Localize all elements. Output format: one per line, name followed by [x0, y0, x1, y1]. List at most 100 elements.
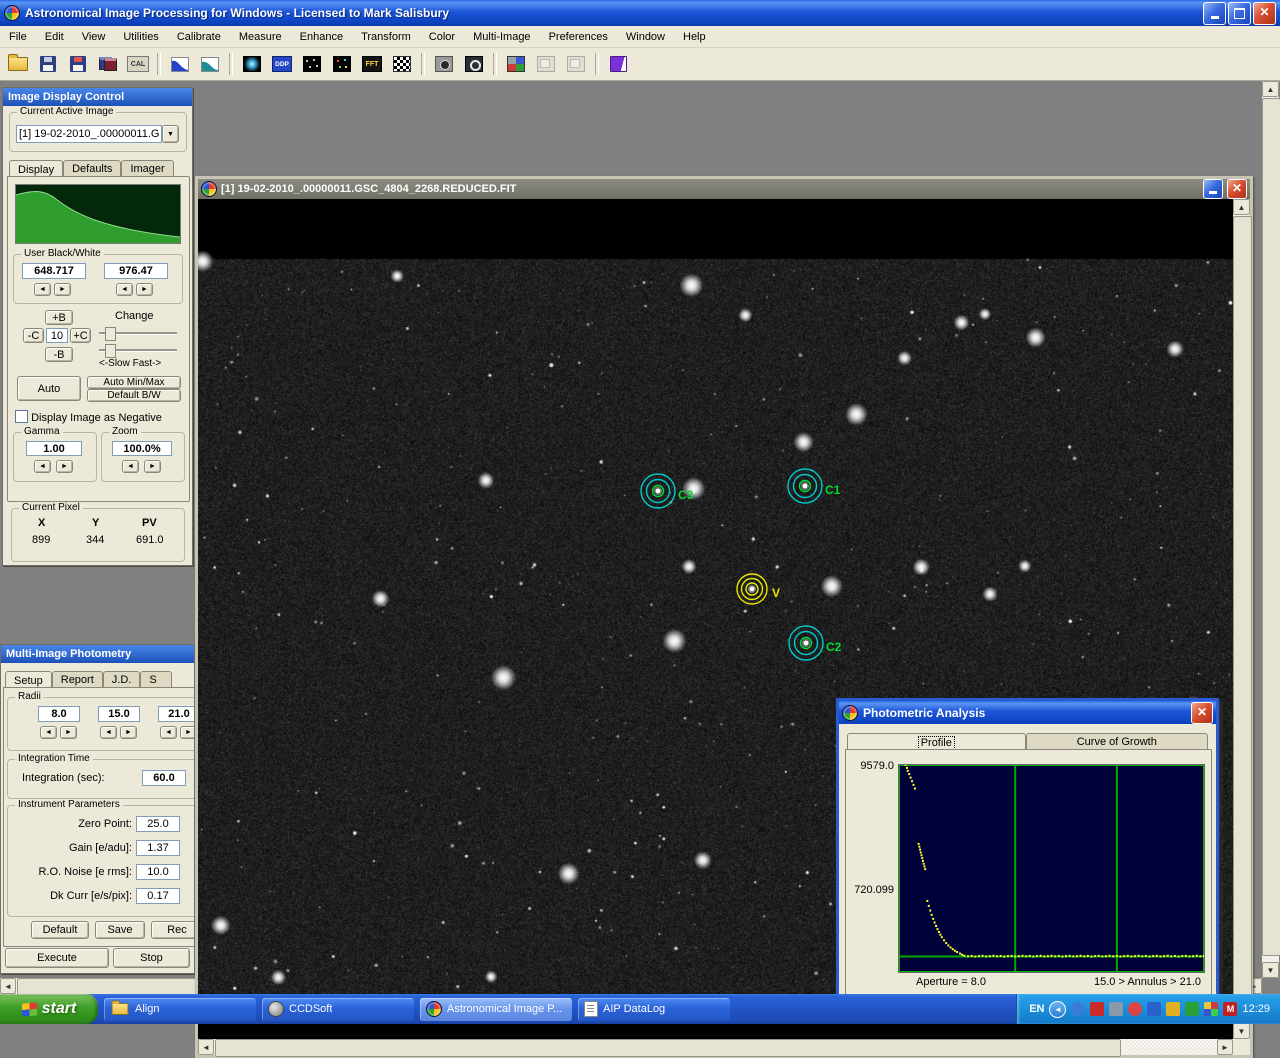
tab-imager[interactable]: Imager [121, 160, 173, 177]
default-button[interactable]: Default [31, 921, 89, 939]
cascade-windows-button[interactable] [532, 51, 560, 78]
zoom-decrement-button[interactable]: ◄ [122, 460, 139, 473]
taskbar-item-datalog[interactable]: AIP DataLog [578, 998, 730, 1021]
scroll-right-button[interactable]: ► [1217, 1039, 1233, 1055]
combobox-dropdown-button[interactable]: ▼ [162, 125, 179, 143]
radius3-increment-button[interactable]: ► [180, 726, 195, 739]
radius2-increment-button[interactable]: ► [120, 726, 137, 739]
speed-slider[interactable] [99, 343, 177, 357]
star-field-button[interactable] [298, 51, 326, 78]
slider-thumb[interactable] [105, 344, 116, 358]
maximize-button[interactable] [1228, 2, 1251, 25]
arrange-windows-button[interactable] [562, 51, 590, 78]
hscroll-thumb[interactable] [215, 1039, 1121, 1057]
dialog-titlebar[interactable]: Photometric Analysis ✕ [839, 701, 1216, 724]
star-color-button[interactable] [328, 51, 356, 78]
pixel-grid-button[interactable] [388, 51, 416, 78]
white-level-field[interactable]: 976.47 [104, 263, 168, 279]
tab-jd[interactable]: J.D. [103, 671, 141, 688]
scroll-down-button[interactable]: ▼ [1233, 1023, 1250, 1039]
tab-defaults[interactable]: Defaults [63, 160, 121, 177]
save-image-button[interactable] [34, 51, 62, 78]
dark-current-field[interactable]: 0.17 [136, 888, 180, 904]
ddp-button[interactable]: DDP [268, 51, 296, 78]
tab-s[interactable]: S [140, 671, 172, 688]
tray-icon-4[interactable] [1128, 1002, 1142, 1016]
image-vscrollbar[interactable]: ▲ ▼ [1233, 199, 1250, 1039]
histogram-stretch-button[interactable] [166, 51, 194, 78]
clone-window-button[interactable] [94, 51, 122, 78]
taskbar-item-ccdsoft[interactable]: CCDSoft [262, 998, 414, 1021]
tray-icon-3[interactable] [1109, 1002, 1123, 1016]
help-button[interactable] [604, 51, 632, 78]
taskbar-item-align[interactable]: Align [104, 998, 256, 1021]
tray-icon-7[interactable] [1185, 1002, 1199, 1016]
ro-noise-field[interactable]: 10.0 [136, 864, 180, 880]
plus-b-button[interactable]: +B [45, 310, 73, 325]
image-window-titlebar[interactable]: [1] 19-02-2010_.00000011.GSC_4804_2268.R… [198, 179, 1250, 199]
execute-button[interactable]: Execute [5, 948, 109, 968]
annulus-inner-field[interactable]: 15.0 [98, 706, 140, 722]
active-image-combobox[interactable]: [1] 19-02-2010_.00000011.G [16, 125, 162, 143]
image-hscrollbar[interactable]: ◄ ► [198, 1039, 1233, 1055]
start-button[interactable]: start [0, 994, 98, 1024]
calibrate-button[interactable]: CAL [124, 51, 152, 78]
menu-edit[interactable]: Edit [36, 27, 73, 47]
open-image-button[interactable] [4, 51, 32, 78]
save-as-button[interactable] [64, 51, 92, 78]
tray-icon-8[interactable] [1204, 1002, 1218, 1016]
menu-file[interactable]: File [0, 27, 36, 47]
integration-field[interactable]: 60.0 [142, 770, 186, 786]
menu-measure[interactable]: Measure [230, 27, 291, 47]
app-titlebar[interactable]: Astronomical Image Processing for Window… [0, 0, 1280, 26]
gamma-field[interactable]: 1.00 [26, 441, 82, 456]
menu-view[interactable]: View [73, 27, 115, 47]
stop-button[interactable]: Stop [113, 948, 190, 968]
scroll-up-button[interactable]: ▲ [1233, 199, 1250, 215]
image-close-button[interactable]: ✕ [1227, 179, 1247, 199]
auto-minmax-button[interactable]: Auto Min/Max [87, 376, 181, 389]
gain-field[interactable]: 1.37 [136, 840, 180, 856]
radius2-decrement-button[interactable]: ◄ [100, 726, 117, 739]
gamma-decrement-button[interactable]: ◄ [34, 460, 51, 473]
menu-enhance[interactable]: Enhance [291, 27, 352, 47]
workspace-vscrollbar[interactable]: ▲ ▼ [1262, 81, 1279, 978]
close-button[interactable]: ✕ [1253, 2, 1276, 25]
histogram-equalize-button[interactable] [196, 51, 224, 78]
hide-icons-button[interactable]: ◄ [1049, 1001, 1066, 1018]
record-button[interactable]: Rec [151, 921, 195, 939]
annulus-outer-field[interactable]: 21.0 [158, 706, 195, 722]
zoom-increment-button[interactable]: ► [144, 460, 161, 473]
vscroll-thumb[interactable] [1233, 216, 1252, 1012]
scroll-down-button[interactable]: ▼ [1262, 962, 1279, 978]
menu-help[interactable]: Help [674, 27, 715, 47]
menu-calibrate[interactable]: Calibrate [168, 27, 230, 47]
dialog-close-button[interactable]: ✕ [1191, 702, 1213, 724]
tray-icon-m[interactable]: M [1223, 1002, 1237, 1016]
minus-b-button[interactable]: -B [45, 347, 73, 362]
contrast-step-field[interactable]: 10 [46, 328, 68, 343]
image-minimize-button[interactable] [1203, 179, 1223, 199]
change-slider[interactable] [99, 326, 177, 340]
tray-icon-6[interactable] [1166, 1002, 1180, 1016]
tab-report[interactable]: Report [52, 671, 103, 688]
radius1-decrement-button[interactable]: ◄ [40, 726, 57, 739]
tray-icon-1[interactable] [1071, 1002, 1085, 1016]
menu-transform[interactable]: Transform [352, 27, 420, 47]
radius1-increment-button[interactable]: ► [60, 726, 77, 739]
minimize-button[interactable] [1203, 2, 1226, 25]
white-increment-button[interactable]: ► [136, 283, 153, 296]
black-increment-button[interactable]: ► [54, 283, 71, 296]
white-decrement-button[interactable]: ◄ [116, 283, 133, 296]
fft-button[interactable]: FFT [358, 51, 386, 78]
tile-windows-button[interactable] [502, 51, 530, 78]
panel-titlebar[interactable]: Multi-Image Photometry [1, 645, 194, 663]
menu-preferences[interactable]: Preferences [540, 27, 617, 47]
menu-color[interactable]: Color [420, 27, 464, 47]
minus-c-button[interactable]: -C [23, 328, 44, 343]
gaussian-blur-button[interactable] [238, 51, 266, 78]
slider-thumb[interactable] [105, 327, 116, 341]
clock[interactable]: 12:29 [1242, 1003, 1270, 1015]
tray-icon-5[interactable] [1147, 1002, 1161, 1016]
telescope-control-button[interactable] [460, 51, 488, 78]
